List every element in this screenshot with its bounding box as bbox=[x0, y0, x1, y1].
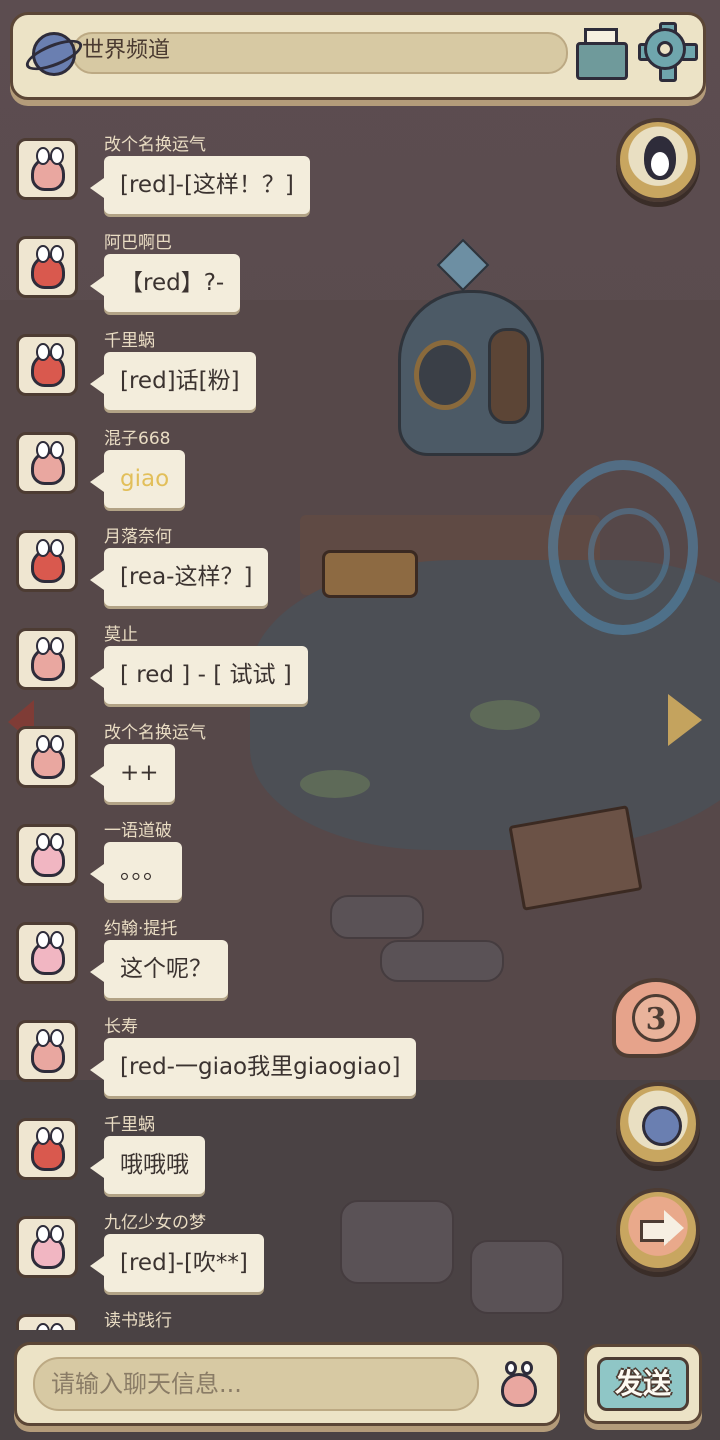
qq-penguin-icon bbox=[644, 136, 676, 180]
avatar[interactable] bbox=[16, 628, 78, 690]
chat-message: 读书践行 bbox=[0, 1294, 560, 1330]
message-bubble: 。。。 bbox=[90, 842, 182, 900]
message-username[interactable]: 长寿 bbox=[104, 1012, 138, 1037]
chat-message: 千里蜗 [red]话[粉] bbox=[0, 314, 560, 412]
chat-message-list[interactable]: 改个名换运气 [red]-[这样！？] 阿巴啊巴 【red】?- 千里蜗 [red]话[粉… bbox=[0, 118, 560, 1330]
avatar[interactable] bbox=[16, 530, 78, 592]
message-username[interactable]: 一语道破 bbox=[104, 816, 172, 841]
message-bubble: ++ bbox=[90, 744, 175, 802]
chat-message: 混子668 giao bbox=[0, 412, 560, 510]
chat-input-bar bbox=[14, 1342, 560, 1426]
unread-count: 3 bbox=[632, 994, 680, 1042]
message-bubble: [red]-[吹**] bbox=[90, 1234, 264, 1292]
message-bubble: 【red】?- bbox=[89, 254, 241, 312]
message-username[interactable]: 九亿少女の梦 bbox=[104, 1208, 206, 1233]
avatar[interactable] bbox=[16, 1118, 78, 1180]
message-username[interactable]: 千里蜗 bbox=[104, 326, 155, 351]
chat-message: 千里蜗 哦哦哦 bbox=[0, 1098, 560, 1196]
message-username[interactable]: 约翰·提托 bbox=[104, 914, 177, 939]
world-channel-button[interactable] bbox=[616, 1082, 700, 1166]
message-bubble: [red]话[粉] bbox=[90, 352, 256, 410]
avatar[interactable] bbox=[16, 432, 78, 494]
chat-message: 约翰·提托 这个呢？ bbox=[0, 902, 560, 1000]
send-panel: 发送 bbox=[584, 1344, 702, 1424]
message-bubble: 这个呢？ bbox=[90, 940, 228, 998]
portal-gate[interactable] bbox=[548, 460, 698, 635]
message-username[interactable]: 莫止 bbox=[104, 620, 138, 645]
planet-icon bbox=[642, 1106, 682, 1146]
chat-message: 莫止[ red ] - [ 试试 ] bbox=[0, 608, 560, 706]
planet-icon[interactable] bbox=[22, 26, 86, 78]
avatar[interactable] bbox=[16, 236, 78, 298]
avatar[interactable] bbox=[16, 138, 78, 200]
message-bubble: [red-一giao我里giaogiao] bbox=[89, 1038, 417, 1096]
unread-badge[interactable]: 3 bbox=[612, 978, 700, 1058]
next-button[interactable] bbox=[616, 1188, 700, 1272]
avatar[interactable] bbox=[16, 1020, 78, 1082]
chat-message: 改个名换运气 ++ bbox=[0, 706, 560, 804]
avatar[interactable] bbox=[16, 1314, 78, 1330]
qq-share-button[interactable] bbox=[616, 118, 700, 202]
mail-icon[interactable] bbox=[576, 26, 628, 80]
avatar[interactable] bbox=[16, 824, 78, 886]
chat-message: 九亿少女の梦 [red]-[吹**] bbox=[0, 1196, 560, 1294]
message-username[interactable]: 混子668 bbox=[104, 424, 170, 449]
right-arrow-icon[interactable] bbox=[668, 694, 702, 746]
chat-message: 阿巴啊巴 【red】?- bbox=[0, 216, 560, 314]
chat-input[interactable] bbox=[33, 1357, 479, 1411]
chat-message: 一语道破。。。 bbox=[0, 804, 560, 902]
avatar[interactable] bbox=[16, 922, 78, 984]
message-username[interactable]: 阿巴啊巴 bbox=[104, 228, 172, 253]
gear-icon[interactable] bbox=[638, 22, 698, 82]
send-button[interactable]: 发送 bbox=[597, 1357, 689, 1411]
avatar[interactable] bbox=[16, 1216, 78, 1278]
message-username[interactable]: 改个名换运气 bbox=[104, 718, 206, 743]
snail-emoji-icon[interactable] bbox=[495, 1357, 543, 1413]
message-username[interactable]: 月落奈何 bbox=[104, 522, 172, 547]
chat-message: 长寿 [red-一giao我里giaogiao] bbox=[0, 1000, 560, 1098]
channel-title: 世界频道 bbox=[82, 38, 171, 63]
message-username[interactable]: 读书践行 bbox=[104, 1306, 172, 1330]
message-bubble: giao bbox=[89, 450, 186, 508]
message-username[interactable]: 千里蜗 bbox=[104, 1110, 155, 1135]
channel-header: 世界频道 bbox=[10, 12, 706, 100]
message-bubble: 哦哦哦 bbox=[90, 1136, 205, 1194]
message-bubble: [red]-[这样！？] bbox=[90, 156, 310, 214]
chat-message: 改个名换运气 [red]-[这样！？] bbox=[0, 118, 560, 216]
avatar[interactable] bbox=[16, 726, 78, 788]
message-bubble: [ red ] - [ 试试 ] bbox=[90, 646, 308, 704]
message-bubble: [rea-这样？] bbox=[89, 548, 269, 606]
chat-message: 月落奈何 [rea-这样？] bbox=[0, 510, 560, 608]
avatar[interactable] bbox=[16, 334, 78, 396]
message-username[interactable]: 改个名换运气 bbox=[104, 130, 206, 155]
